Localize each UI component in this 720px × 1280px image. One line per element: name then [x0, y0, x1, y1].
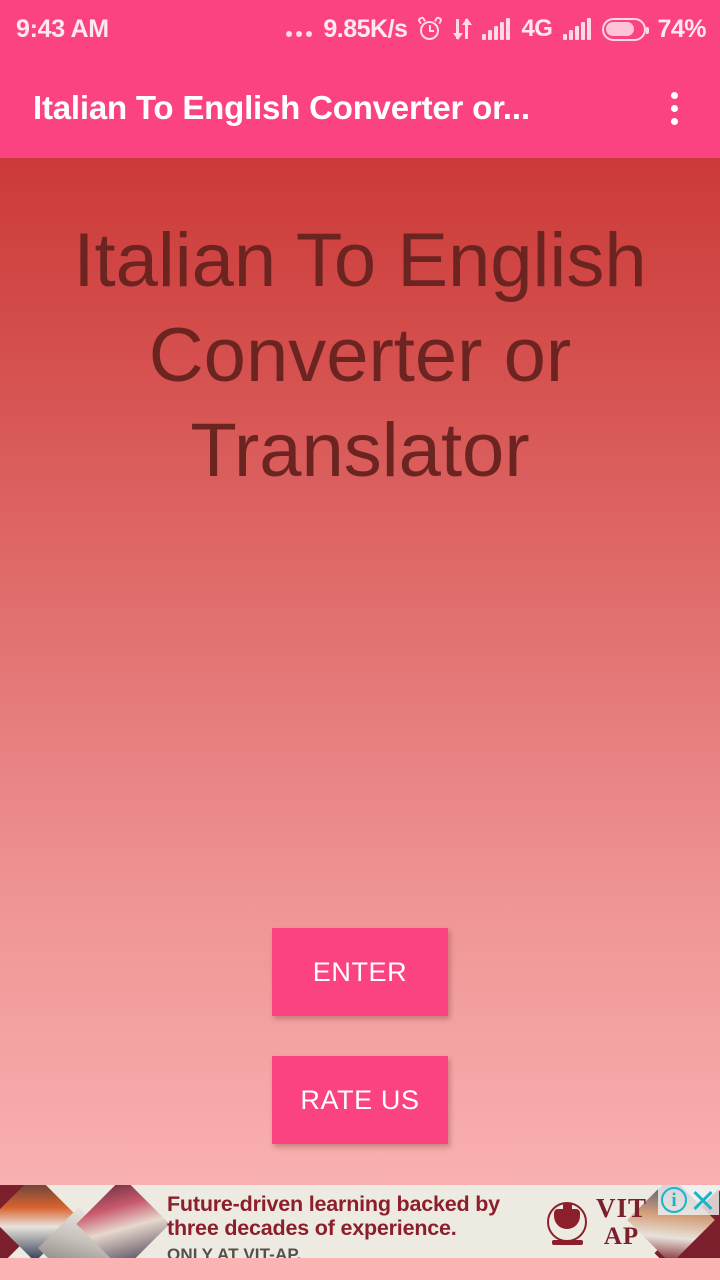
status-bar: 9:43 AM 9.85K/s 4G 74% [0, 0, 720, 58]
ellipsis-icon [286, 16, 313, 42]
page-title: Italian To English Converter or... [33, 89, 530, 126]
bottom-strip [0, 1258, 720, 1280]
hero-title: Italian To English Converter or Translat… [73, 218, 647, 493]
ad-advertiser-logo: VIT AP [547, 1195, 647, 1249]
ad-headline-line2: three decades of experience. [167, 1216, 457, 1241]
overflow-menu-icon[interactable] [650, 77, 698, 139]
ad-headline-line1: Future-driven learning backed by [167, 1192, 500, 1216]
app-bar: Italian To English Converter or... [0, 58, 720, 158]
adchoices-info-icon[interactable]: i [661, 1187, 687, 1213]
network-speed-label: 9.85K/s [323, 14, 408, 43]
ad-logo-text: VIT AP [596, 1193, 648, 1250]
vit-crest-icon [547, 1198, 589, 1246]
app-screen: 9:43 AM 9.85K/s 4G 74% Italian To Englis… [0, 0, 720, 1280]
status-icons-group: 9.85K/s 4G 74% [286, 15, 706, 44]
network-type-label: 4G [521, 15, 553, 42]
signal-bars-icon-1 [482, 18, 511, 40]
signal-bars-icon-2 [563, 18, 592, 40]
status-time: 9:43 AM [16, 14, 109, 43]
alarm-clock-icon [417, 15, 444, 41]
ad-text-block: Future-driven learning backed by three d… [167, 1192, 500, 1258]
ad-logo-line1: VIT [596, 1193, 648, 1223]
battery-percent-label: 74% [657, 14, 706, 43]
ad-controls: i [658, 1185, 719, 1215]
data-transfer-icon [452, 17, 472, 41]
main-content: Italian To English Converter or Translat… [0, 158, 720, 1185]
ad-banner[interactable]: Future-driven learning backed by three d… [0, 1185, 720, 1258]
ad-logo-line2: AP [603, 1223, 640, 1250]
rate-us-button[interactable]: RATE US [272, 1056, 448, 1144]
battery-icon [602, 17, 650, 41]
ad-close-icon[interactable] [690, 1187, 716, 1213]
enter-button[interactable]: ENTER [272, 928, 448, 1016]
ad-subtext: ONLY AT VIT-AP. [167, 1245, 302, 1258]
